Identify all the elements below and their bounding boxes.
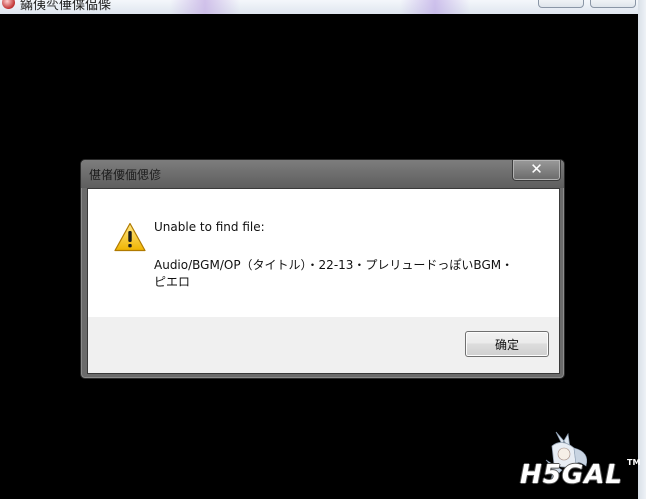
message-area: Unable to find file: Audio/BGM/OP（タイトル）・… bbox=[88, 189, 559, 317]
file-path-text: Audio/BGM/OP（タイトル）・22-13・プレリュードっぽいBGM・ bbox=[154, 258, 514, 272]
titlebar-decoration bbox=[400, 0, 470, 14]
ok-button[interactable]: 确定 bbox=[465, 331, 549, 357]
message-text: Unable to find file: bbox=[154, 220, 265, 234]
window-frame-right bbox=[638, 0, 646, 499]
parent-titlebar: 鏋侇亪倕偞偘偨 bbox=[0, 0, 640, 14]
dialog-titlebar[interactable]: 偡偖偠偭偲偐 ✕ bbox=[81, 160, 564, 188]
dialog-title: 偡偖偠偭偲偐 bbox=[89, 168, 162, 182]
maximize-button[interactable] bbox=[590, 0, 636, 8]
message-dialog: 偡偖偠偭偲偐 ✕ Unable to find file: Audio/BGM/… bbox=[80, 159, 565, 379]
app-icon bbox=[2, 0, 15, 9]
watermark-logo-text: H5GAL bbox=[520, 460, 623, 490]
close-button[interactable]: ✕ bbox=[512, 160, 561, 181]
file-path-text-continued: ピエロ bbox=[154, 275, 191, 289]
titlebar-decoration bbox=[170, 0, 240, 14]
dialog-body: Unable to find file: Audio/BGM/OP（タイトル）・… bbox=[87, 188, 560, 374]
minimize-button[interactable] bbox=[538, 0, 584, 8]
close-icon: ✕ bbox=[530, 160, 543, 178]
warning-icon bbox=[114, 222, 146, 252]
parent-window-title: 鏋侇亪倕偞偘偨 bbox=[20, 0, 112, 13]
watermark-trademark: TM bbox=[627, 458, 641, 467]
